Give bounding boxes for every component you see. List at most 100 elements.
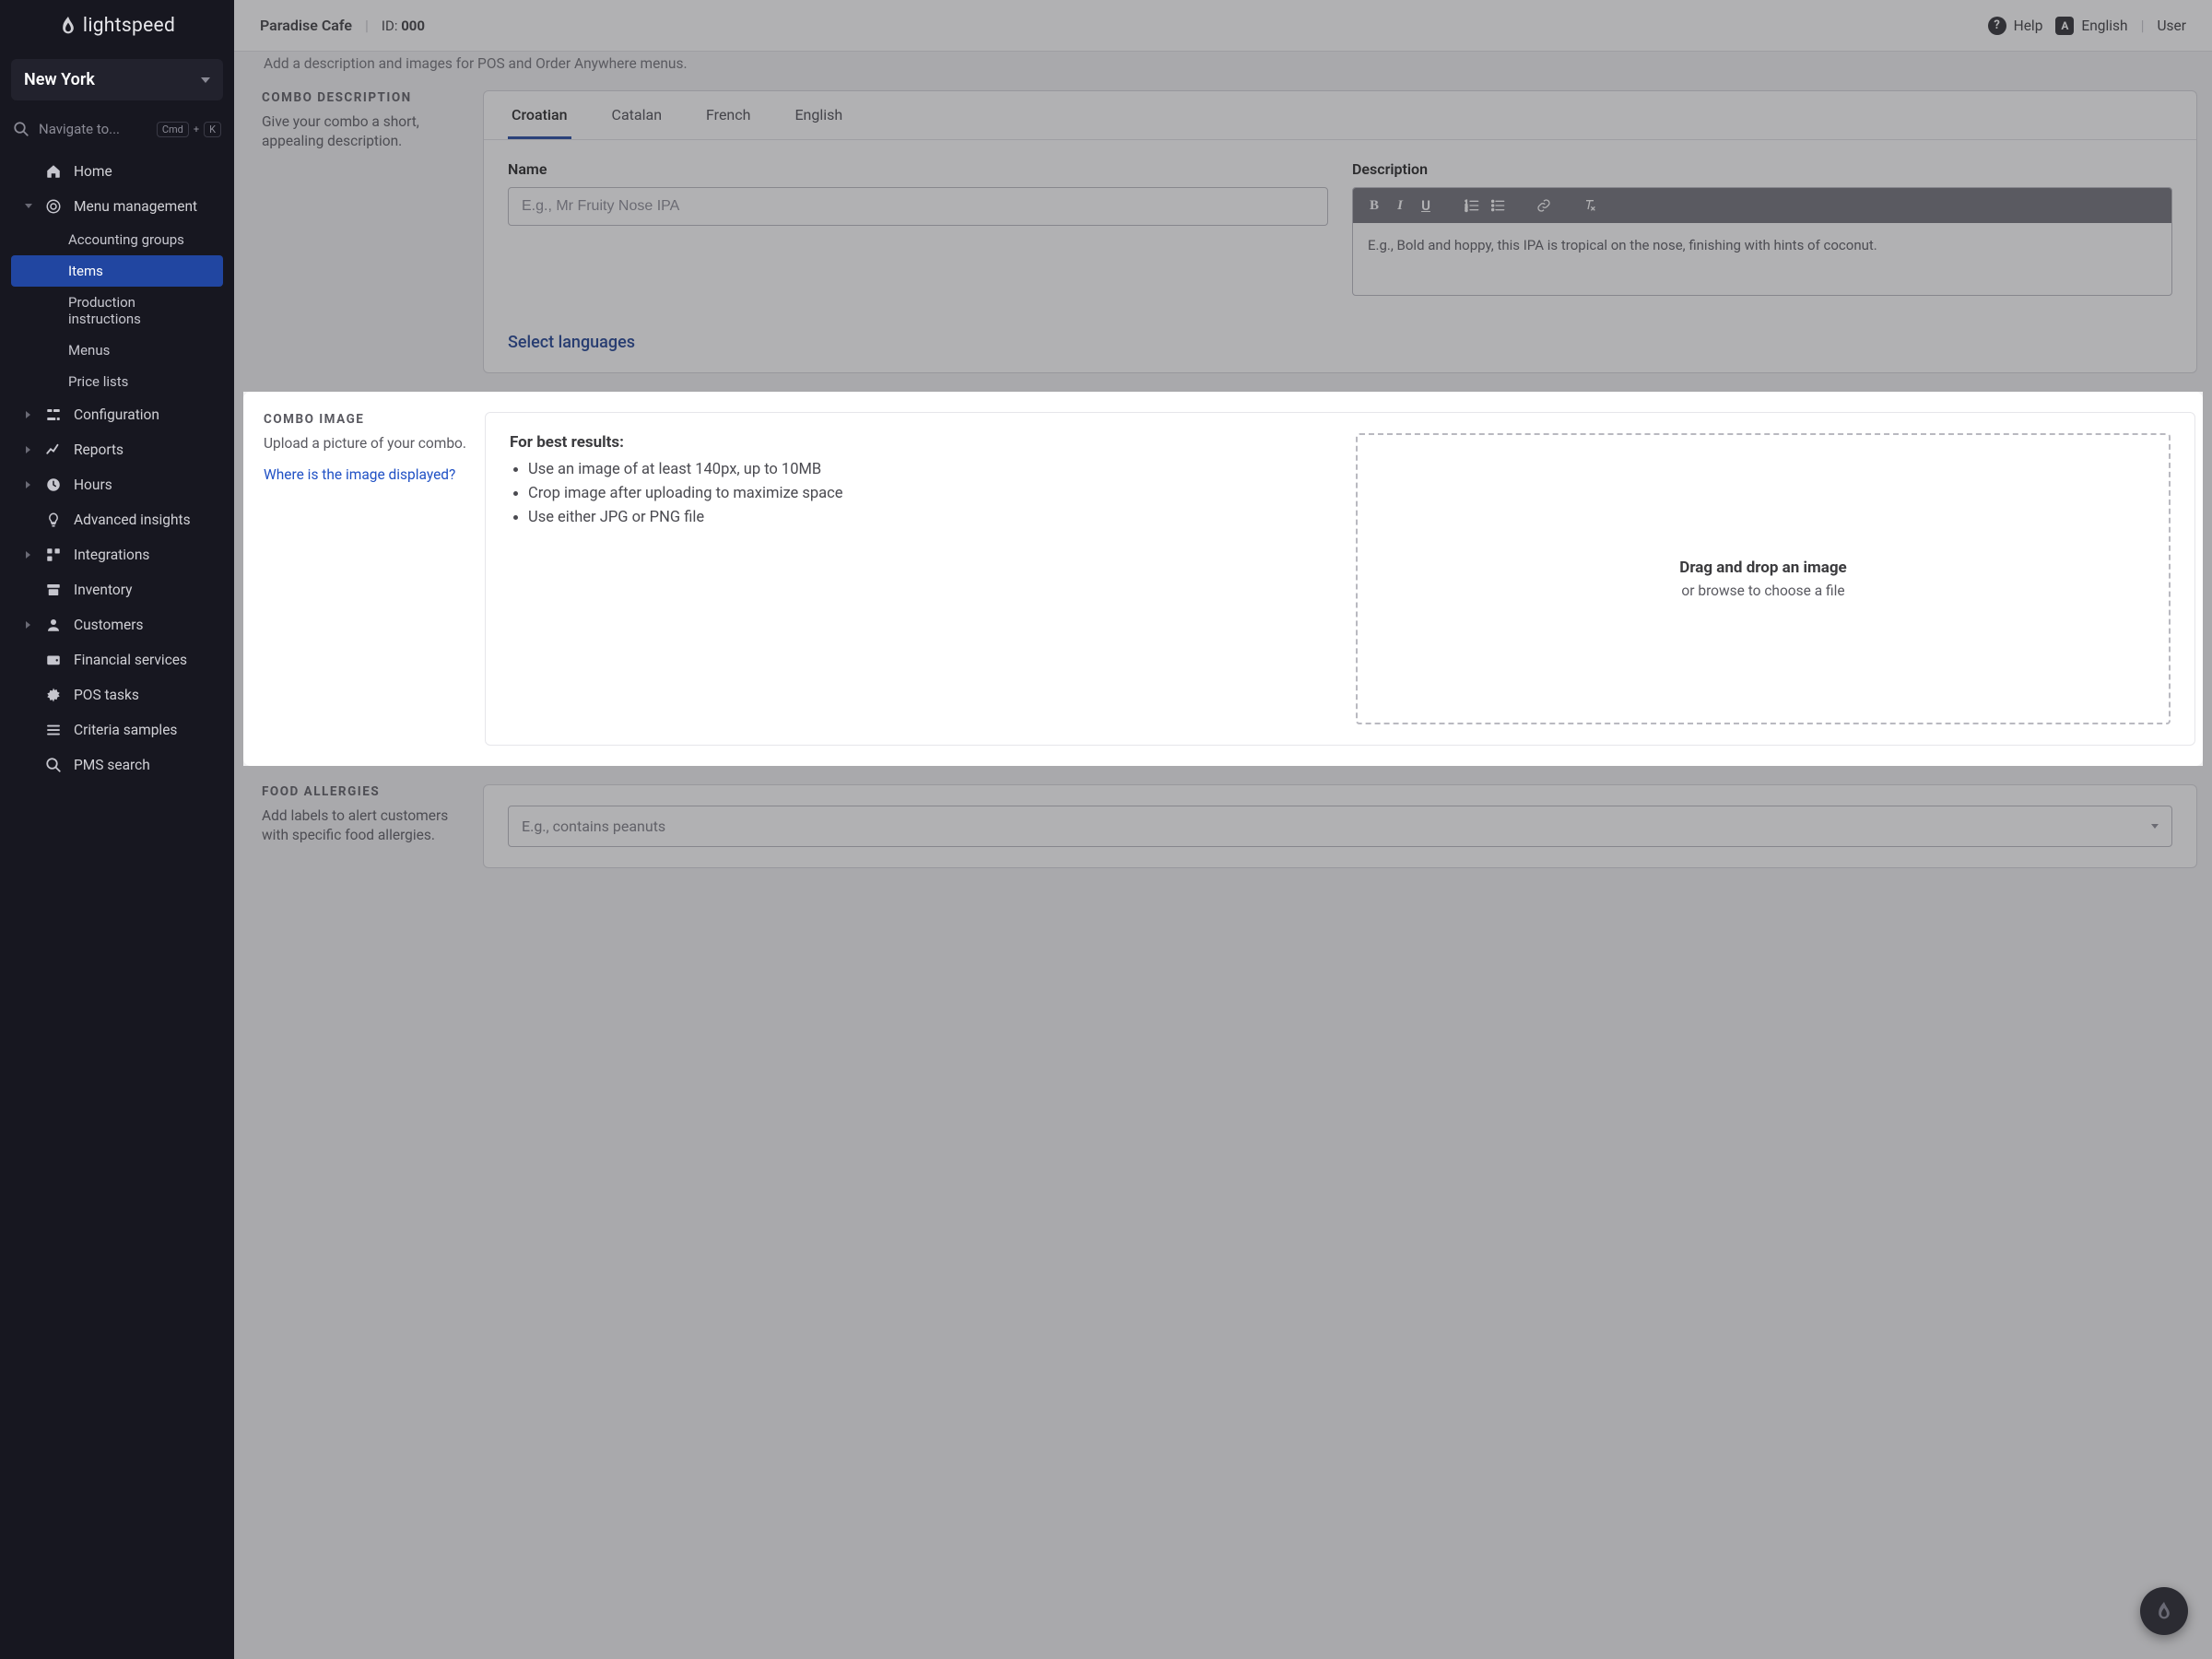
- list-icon: [44, 722, 63, 738]
- chart-icon: [44, 441, 63, 458]
- nav-production-instructions[interactable]: Production instructions: [11, 287, 223, 335]
- location-name: New York: [24, 70, 95, 89]
- editor-toolbar: B I U 123: [1353, 188, 2171, 223]
- chevron-down-icon: [201, 77, 210, 83]
- nav-inventory[interactable]: Inventory: [0, 572, 234, 607]
- section-intro: Add a description and images for POS and…: [243, 52, 2203, 72]
- food-allergies-card: E.g., contains peanuts: [483, 784, 2197, 868]
- language-tabs: Croatian Catalan French English: [484, 91, 2196, 140]
- bold-button[interactable]: B: [1362, 194, 1386, 218]
- nav-hours[interactable]: Hours: [0, 467, 234, 502]
- divider: |: [365, 17, 369, 34]
- tip-item: Use an image of at least 140px, up to 10…: [528, 459, 1324, 481]
- tab-croatian[interactable]: Croatian: [508, 91, 571, 139]
- allergies-select[interactable]: E.g., contains peanuts: [508, 806, 2172, 847]
- description-textarea[interactable]: E.g., Bold and hoppy, this IPA is tropic…: [1353, 223, 2171, 295]
- assistant-fab[interactable]: [2140, 1587, 2188, 1635]
- section-combo-image: COMBO IMAGE Upload a picture of your com…: [243, 392, 2203, 766]
- link-button[interactable]: [1532, 194, 1556, 218]
- section-title: COMBO DESCRIPTION: [262, 90, 466, 105]
- blocks-icon: [44, 547, 63, 563]
- chevron-right-icon: [24, 445, 33, 454]
- dropzone-title: Drag and drop an image: [1679, 559, 1846, 577]
- global-search[interactable]: Navigate to... Cmd+K: [11, 113, 223, 145]
- nav-criteria-samples[interactable]: Criteria samples: [0, 712, 234, 747]
- section-subtitle: Add labels to alert customers with speci…: [262, 806, 466, 845]
- chevron-down-icon: [2151, 824, 2159, 829]
- chevron-down-icon: [24, 202, 33, 211]
- tab-french[interactable]: French: [702, 91, 754, 139]
- name-label: Name: [508, 160, 1328, 178]
- lightbulb-icon: [44, 512, 63, 528]
- clock-icon: [44, 477, 63, 493]
- tip-item: Crop image after uploading to maximize s…: [528, 483, 1324, 505]
- user-menu[interactable]: User: [2157, 18, 2186, 34]
- nav-advanced-insights[interactable]: Advanced insights: [0, 502, 234, 537]
- archive-icon: [44, 582, 63, 598]
- allergies-placeholder: E.g., contains peanuts: [522, 818, 665, 835]
- nav-home[interactable]: Home: [0, 154, 234, 189]
- nav-pos-tasks[interactable]: POS tasks: [0, 677, 234, 712]
- svg-text:3: 3: [1465, 208, 1468, 213]
- gear-icon: [44, 687, 63, 703]
- section-food-allergies: FOOD ALLERGIES Add labels to alert custo…: [243, 766, 2203, 887]
- name-input[interactable]: [508, 187, 1328, 226]
- search-placeholder: Navigate to...: [39, 121, 147, 137]
- business-name: Paradise Cafe: [260, 17, 352, 34]
- tab-catalan[interactable]: Catalan: [608, 91, 665, 139]
- ordered-list-button[interactable]: 123: [1460, 194, 1484, 218]
- nav-pms-search[interactable]: PMS search: [0, 747, 234, 782]
- unordered-list-button[interactable]: [1486, 194, 1510, 218]
- nav-customers[interactable]: Customers: [0, 607, 234, 642]
- image-tips: Use an image of at least 140px, up to 10…: [528, 459, 1324, 529]
- nav-price-lists[interactable]: Price lists: [11, 366, 223, 397]
- dropzone-subtitle: or browse to choose a file: [1681, 582, 1844, 599]
- search-icon: [13, 121, 29, 137]
- nav-menu-management[interactable]: Menu management: [0, 189, 234, 224]
- search-shortcut: Cmd+K: [157, 122, 221, 137]
- chevron-right-icon: [24, 550, 33, 559]
- topbar: Paradise Cafe | ID: 000 ? Help A English…: [234, 0, 2212, 52]
- nav-reports[interactable]: Reports: [0, 432, 234, 467]
- sliders-icon: [44, 406, 63, 423]
- dish-icon: [44, 198, 63, 215]
- section-title: FOOD ALLERGIES: [262, 784, 466, 799]
- nav-accounting-groups[interactable]: Accounting groups: [11, 224, 223, 255]
- description-label: Description: [1352, 160, 2172, 178]
- location-selector[interactable]: New York: [11, 59, 223, 100]
- user-icon: [44, 617, 63, 633]
- chevron-right-icon: [24, 480, 33, 489]
- home-icon: [44, 163, 63, 180]
- italic-button[interactable]: I: [1388, 194, 1412, 218]
- underline-button[interactable]: U: [1414, 194, 1438, 218]
- best-results-heading: For best results:: [510, 433, 1324, 452]
- combo-image-card: For best results: Use an image of at lea…: [485, 412, 2195, 746]
- nav-financial-services[interactable]: Financial services: [0, 642, 234, 677]
- clear-format-button[interactable]: [1578, 194, 1602, 218]
- description-editor: B I U 123: [1352, 187, 2172, 296]
- section-subtitle: Upload a picture of your combo.: [264, 434, 468, 453]
- search-icon: [44, 757, 63, 773]
- business-id: ID: 000: [382, 18, 425, 34]
- flame-icon: [2155, 1600, 2173, 1622]
- where-image-link[interactable]: Where is the image displayed?: [264, 466, 455, 483]
- select-languages-link[interactable]: Select languages: [508, 333, 635, 352]
- help-button[interactable]: ? Help: [1988, 17, 2043, 35]
- tab-english[interactable]: English: [791, 91, 846, 139]
- nav-items[interactable]: Items: [11, 255, 223, 287]
- image-dropzone[interactable]: Drag and drop an image or browse to choo…: [1356, 433, 2171, 724]
- section-title: COMBO IMAGE: [264, 412, 468, 427]
- nav-configuration[interactable]: Configuration: [0, 397, 234, 432]
- nav-menus[interactable]: Menus: [11, 335, 223, 366]
- flame-icon: [59, 15, 77, 37]
- brand-logo: lightspeed: [0, 0, 234, 52]
- tip-item: Use either JPG or PNG file: [528, 507, 1324, 529]
- nav-menu-management-sub: Accounting groups Items Production instr…: [0, 224, 234, 397]
- main: Paradise Cafe | ID: 000 ? Help A English…: [234, 0, 2212, 1659]
- nav-integrations[interactable]: Integrations: [0, 537, 234, 572]
- wallet-icon: [44, 652, 63, 668]
- sidebar: lightspeed New York Navigate to... Cmd+K…: [0, 0, 234, 1659]
- language-switcher[interactable]: A English: [2055, 17, 2127, 35]
- help-icon: ?: [1988, 17, 2006, 35]
- brand-name: lightspeed: [83, 15, 175, 37]
